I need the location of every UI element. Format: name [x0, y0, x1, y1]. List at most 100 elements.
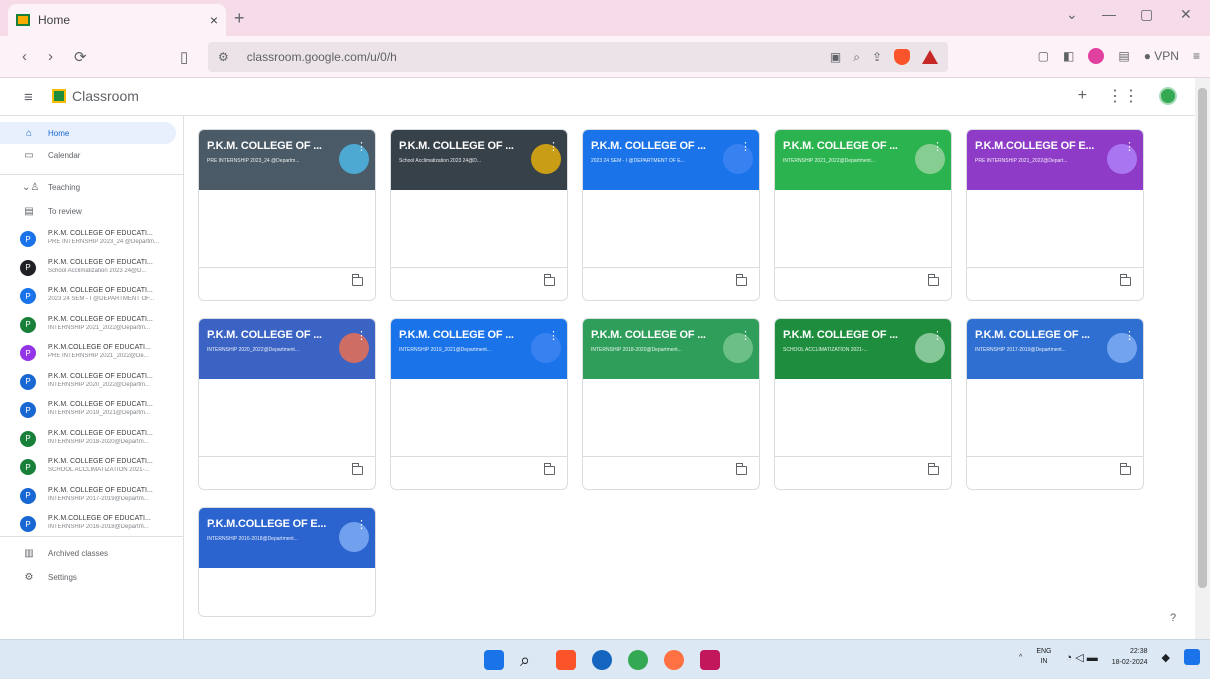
class-card[interactable]: P.K.M.COLLEGE OF E... PRE INTERNSHIP 2021… [966, 129, 1144, 301]
folder-icon[interactable] [352, 274, 363, 286]
sidebar-item-to-review[interactable]: ▤ To review [0, 200, 176, 222]
class-card[interactable]: P.K.M. COLLEGE OF ... School Acclimatizat… [390, 129, 568, 301]
search-icon[interactable]: ⌕ [520, 650, 540, 670]
sidebar-class-item[interactable]: P P.K.M. COLLEGE OF EDUCATI... SCHOOL ACCL… [0, 452, 184, 482]
class-card-header[interactable]: P.K.M. COLLEGE OF ... 2023 24 SEM - I @DE… [583, 130, 759, 190]
more-options-icon[interactable]: ⋮ [356, 518, 367, 531]
brave-rewards-icon[interactable] [922, 50, 938, 64]
more-options-icon[interactable]: ⋮ [356, 329, 367, 342]
vpn-button[interactable]: ● VPN [1144, 49, 1179, 63]
more-options-icon[interactable]: ⋮ [1124, 140, 1135, 153]
class-card-header[interactable]: P.K.M. COLLEGE OF ... SCHOOL ACCLIMATIZAT… [775, 319, 951, 379]
folder-icon[interactable] [1120, 463, 1131, 475]
sidebar-class-item[interactable]: P P.K.M. COLLEGE OF EDUCATI... INTERNSHIP … [0, 367, 184, 397]
sidebar-class-item[interactable]: P P.K.M. COLLEGE OF EDUCATI... INTERNSHIP … [0, 395, 184, 425]
class-card[interactable]: P.K.M. COLLEGE OF ... PRE INTERNSHIP 2023… [198, 129, 376, 301]
class-card[interactable]: P.K.M. COLLEGE OF ... INTERNSHIP 2020_202… [198, 318, 376, 490]
class-card-header[interactable]: P.K.M. COLLEGE OF ... INTERNSHIP 2018-202… [583, 319, 759, 379]
classroom-logo[interactable] [52, 89, 66, 103]
class-card-header[interactable]: P.K.M. COLLEGE OF ... School Acclimatizat… [391, 130, 567, 190]
sidebar-toggle-icon[interactable]: ▢ [1038, 49, 1049, 63]
brave-shields-icon[interactable] [894, 49, 910, 65]
more-options-icon[interactable]: ⋮ [356, 140, 367, 153]
sidebar-item-settings[interactable]: ⚙ Settings [0, 566, 176, 588]
profile-icon[interactable] [1088, 48, 1105, 64]
sidebar-class-item[interactable]: P P.K.M.COLLEGE OF EDUCATI... INTERNSHIP 2… [0, 509, 184, 539]
more-options-icon[interactable]: ⋮ [548, 329, 559, 342]
tab-close-icon[interactable]: × [210, 12, 218, 28]
class-card-header[interactable]: P.K.M. COLLEGE OF ... INTERNSHIP 2019_202… [391, 319, 567, 379]
clock[interactable]: 22:38 18-02-2024 [1112, 646, 1148, 668]
brave-pinned-icon[interactable] [700, 650, 720, 670]
browser-tab[interactable]: Home × [8, 4, 226, 36]
folder-icon[interactable] [928, 274, 939, 286]
bookmark-icon[interactable]: ▯ [180, 48, 188, 66]
class-card[interactable]: P.K.M. COLLEGE OF ... INTERNSHIP 2019_202… [390, 318, 568, 490]
zoom-app-icon[interactable] [592, 650, 612, 670]
folder-icon[interactable] [544, 274, 555, 286]
reading-list-icon[interactable]: ◧ [1063, 49, 1074, 63]
sidebar-class-item[interactable]: P P.K.M. COLLEGE OF EDUCATI... School Accl… [0, 253, 184, 283]
menu-icon[interactable]: ≡ [1193, 49, 1200, 63]
folder-icon[interactable] [352, 463, 363, 475]
class-card[interactable]: P.K.M. COLLEGE OF ... SCHOOL ACCLIMATIZAT… [774, 318, 952, 490]
scrollbar-thumb[interactable] [1198, 88, 1207, 588]
widgets-icon[interactable] [1184, 649, 1200, 665]
back-button[interactable]: ‹ [22, 48, 27, 65]
sidebar-item-archived[interactable]: ▥ Archived classes [0, 542, 176, 564]
zoom-icon[interactable]: ⌕ [853, 50, 860, 65]
more-options-icon[interactable]: ⋮ [1124, 329, 1135, 342]
wallet-icon[interactable]: ▤ [1118, 49, 1129, 63]
class-card-header[interactable]: P.K.M.COLLEGE OF E... PRE INTERNSHIP 2021… [967, 130, 1143, 190]
class-card-header[interactable]: P.K.M.COLLEGE OF E... INTERNSHIP 2016-201… [199, 508, 375, 568]
class-card-header[interactable]: P.K.M. COLLEGE OF ... INTERNSHIP 2021_202… [775, 130, 951, 190]
sidebar-item-home[interactable]: ⌂ Home [0, 122, 176, 144]
folder-icon[interactable] [1120, 274, 1131, 286]
class-card[interactable]: P.K.M. COLLEGE OF ... INTERNSHIP 2021_202… [774, 129, 952, 301]
main-menu-icon[interactable]: ≡ [24, 89, 33, 106]
windows-start-icon[interactable] [484, 650, 504, 670]
page-scrollbar[interactable] [1195, 78, 1210, 639]
notification-icon[interactable]: ◆ [1162, 651, 1170, 664]
close-window-button[interactable]: ✕ [1180, 6, 1192, 23]
forward-button[interactable]: › [48, 48, 53, 65]
help-icon[interactable]: ? [1170, 612, 1176, 624]
more-options-icon[interactable]: ⋮ [548, 140, 559, 153]
address-bar[interactable]: ⚙ classroom.google.com/u/0/h ▣ ⌕ ⇪ [208, 42, 948, 72]
screenshot-icon[interactable]: ▣ [830, 50, 841, 64]
sidebar-class-item[interactable]: P P.K.M. COLLEGE OF EDUCATI... INTERNSHIP … [0, 481, 184, 511]
reload-button[interactable]: ⟳ [74, 48, 87, 66]
folder-icon[interactable] [736, 274, 747, 286]
share-icon[interactable]: ⇪ [872, 50, 882, 64]
sidebar-class-item[interactable]: P P.K.M. COLLEGE OF EDUCATI... 2023 24 SEM… [0, 281, 184, 311]
class-card[interactable]: P.K.M. COLLEGE OF ... INTERNSHIP 2018-202… [582, 318, 760, 490]
class-card-header[interactable]: P.K.M. COLLEGE OF ... INTERNSHIP 2017-201… [967, 319, 1143, 379]
folder-icon[interactable] [544, 463, 555, 475]
site-settings-icon[interactable]: ⚙ [218, 50, 229, 64]
tab-search-icon[interactable]: ⌄ [1066, 6, 1078, 23]
class-card[interactable]: P.K.M. COLLEGE OF ... INTERNSHIP 2017-201… [966, 318, 1144, 490]
sidebar-item-calendar[interactable]: ▭ Calendar [0, 144, 176, 166]
firefox-icon[interactable] [664, 650, 684, 670]
sidebar-class-item[interactable]: P P.K.M. COLLEGE OF EDUCATI... INTERNSHIP … [0, 424, 184, 454]
folder-icon[interactable] [736, 463, 747, 475]
app-title[interactable]: Classroom [72, 88, 139, 104]
class-card-header[interactable]: P.K.M. COLLEGE OF ... INTERNSHIP 2020_202… [199, 319, 375, 379]
show-hidden-icons[interactable]: ^ [1019, 654, 1022, 661]
minimize-button[interactable]: — [1102, 6, 1116, 22]
sidebar-class-item[interactable]: P P.K.M. COLLEGE OF EDUCATI... PRE INTERNS… [0, 224, 184, 254]
account-avatar[interactable] [1159, 87, 1177, 105]
maximize-button[interactable]: ▢ [1140, 6, 1153, 23]
class-card[interactable]: P.K.M.COLLEGE OF E... INTERNSHIP 2016-201… [198, 507, 376, 617]
sidebar-class-item[interactable]: P P.K.M.COLLEGE OF EDUCATI... PRE INTERNSH… [0, 338, 184, 368]
class-card[interactable]: P.K.M. COLLEGE OF ... 2023 24 SEM - I @DE… [582, 129, 760, 301]
sidebar-class-item[interactable]: P P.K.M. COLLEGE OF EDUCATI... INTERNSHIP … [0, 310, 184, 340]
create-join-class-icon[interactable]: + [1078, 87, 1087, 105]
chat-app-icon[interactable] [628, 650, 648, 670]
more-options-icon[interactable]: ⋮ [740, 329, 751, 342]
more-options-icon[interactable]: ⋮ [932, 329, 943, 342]
wifi-icon[interactable]: ◔ ◁ ▬ [1066, 651, 1098, 664]
language-indicator[interactable]: ENG IN [1036, 647, 1051, 667]
sidebar-item-teaching[interactable]: ⌄♙ Teaching [0, 176, 176, 198]
more-options-icon[interactable]: ⋮ [932, 140, 943, 153]
